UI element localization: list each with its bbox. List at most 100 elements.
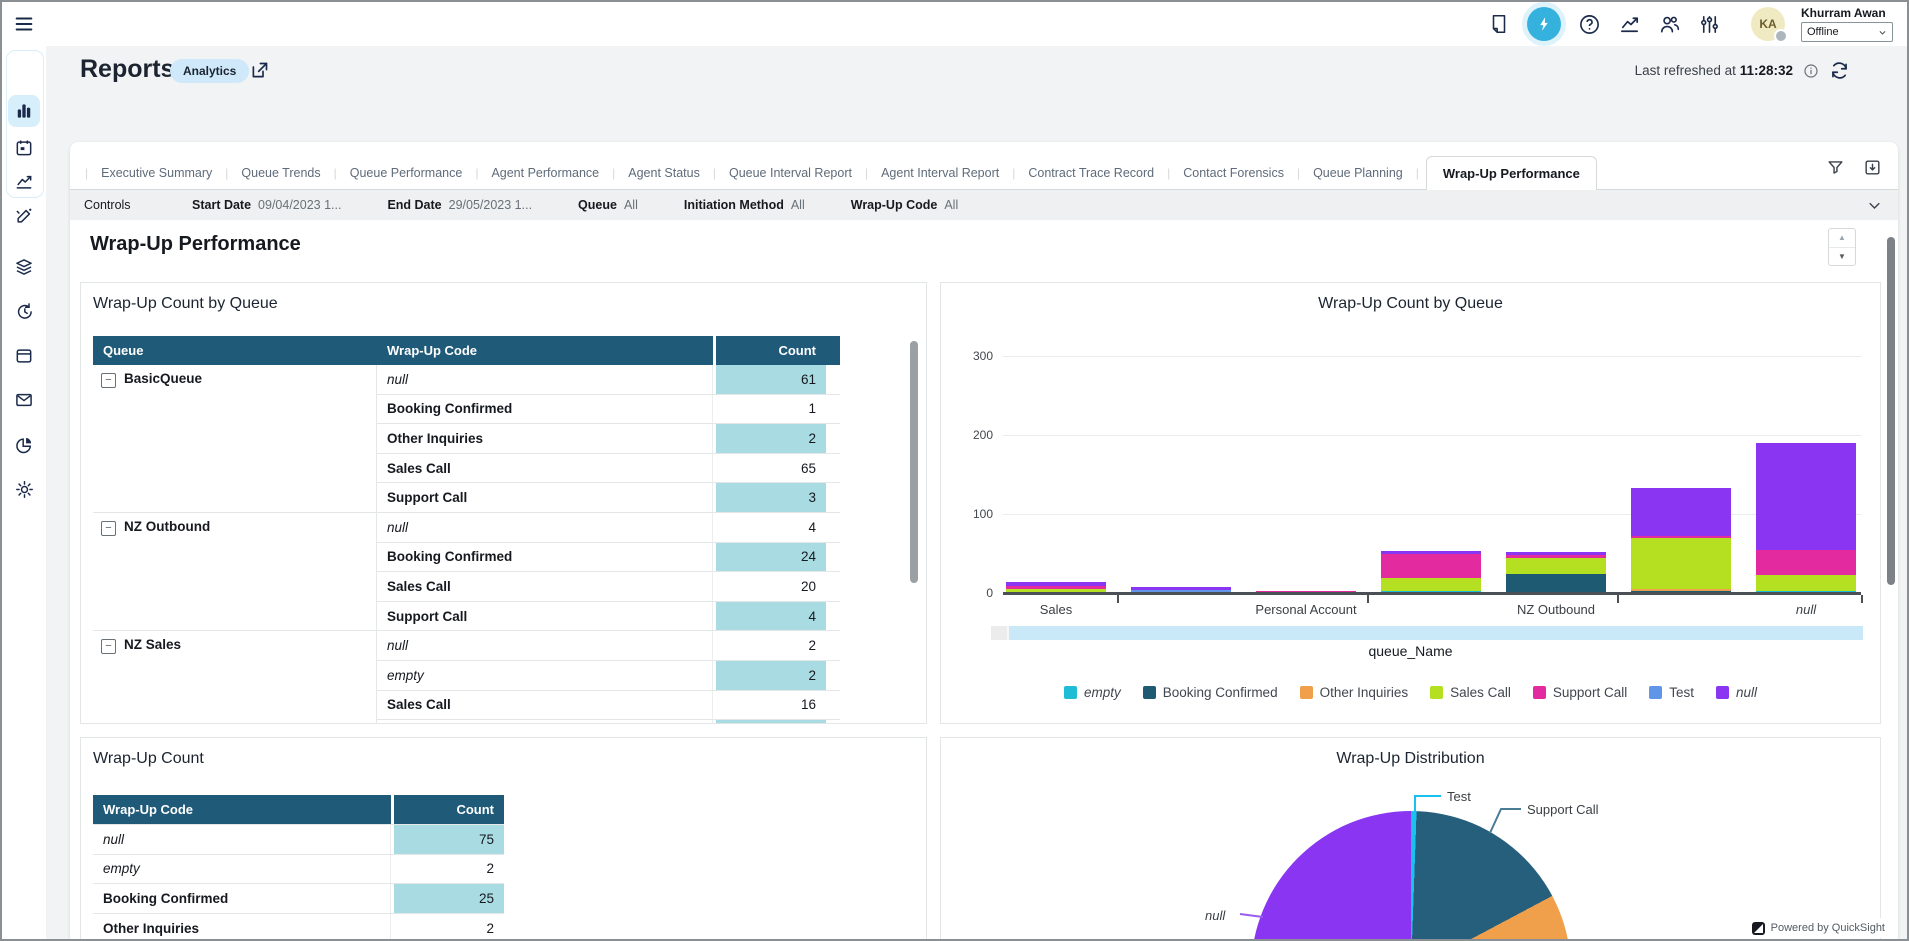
table-row[interactable]: Other Inquiries2 bbox=[377, 423, 840, 453]
tab-contract-trace-record[interactable]: Contract Trace Record bbox=[1022, 157, 1160, 189]
pie-label-support-call[interactable]: Support Call bbox=[1527, 802, 1599, 817]
dashboard-vertical-scrollbar[interactable] bbox=[1887, 237, 1895, 585]
legend-item-test[interactable]: Test bbox=[1649, 685, 1694, 700]
table-scrollbar[interactable] bbox=[910, 341, 918, 583]
filter-start-date[interactable]: Start Date09/04/2023 1... bbox=[192, 198, 341, 212]
spinner-down-icon[interactable]: ▼ bbox=[1829, 247, 1855, 266]
bar-segment-sales-call[interactable] bbox=[1631, 538, 1731, 589]
bar-segment-sales-call[interactable] bbox=[1506, 558, 1606, 574]
quick-actions-icon[interactable] bbox=[1527, 7, 1561, 41]
stacked-bar-nz-outbound[interactable] bbox=[1506, 552, 1606, 593]
table-row[interactable]: Booking Confirmed24 bbox=[377, 542, 840, 572]
stacked-bar-5[interactable] bbox=[1631, 488, 1731, 593]
tab-queue-performance[interactable]: Queue Performance bbox=[344, 157, 469, 189]
filter-icon[interactable] bbox=[1826, 158, 1845, 177]
avatar-initials: KA bbox=[1759, 17, 1776, 31]
quicksight-logo-icon bbox=[1752, 922, 1765, 935]
legend-item-sales-call[interactable]: Sales Call bbox=[1430, 685, 1511, 700]
info-icon[interactable] bbox=[1803, 63, 1819, 79]
table-row[interactable]: Sales Call16 bbox=[377, 690, 840, 720]
table-row[interactable]: Support Call bbox=[377, 719, 840, 724]
sidebar-item-pie-reports[interactable] bbox=[8, 429, 40, 461]
tab-agent-performance[interactable]: Agent Performance bbox=[485, 157, 605, 189]
sidebar-item-layers[interactable] bbox=[8, 251, 40, 283]
tab-queue-trends[interactable]: Queue Trends bbox=[235, 157, 326, 189]
pie-chart[interactable] bbox=[1251, 811, 1571, 939]
pie-label-test[interactable]: Test bbox=[1447, 789, 1471, 804]
table-row[interactable]: null4 bbox=[377, 513, 840, 542]
table-row[interactable]: null2 bbox=[377, 631, 840, 660]
metrics-trend-icon[interactable] bbox=[1617, 12, 1641, 36]
hamburger-menu-icon[interactable] bbox=[13, 13, 35, 35]
help-icon[interactable] bbox=[1577, 12, 1601, 36]
legend-item-other-inquiries[interactable]: Other Inquiries bbox=[1300, 685, 1409, 700]
sidebar-item-window[interactable] bbox=[8, 340, 40, 372]
table-row[interactable]: empty2 bbox=[93, 854, 504, 884]
table-row[interactable]: empty2 bbox=[377, 660, 840, 690]
filter-initiation-method[interactable]: Initiation MethodAll bbox=[684, 198, 805, 212]
tab-queue-planning[interactable]: Queue Planning bbox=[1307, 157, 1409, 189]
bar-segment-null[interactable] bbox=[1756, 443, 1856, 550]
table-row[interactable]: Booking Confirmed25 bbox=[93, 883, 504, 913]
external-link-icon[interactable] bbox=[249, 60, 270, 81]
window-icon bbox=[14, 346, 34, 366]
legend-item-booking-confirmed[interactable]: Booking Confirmed bbox=[1143, 685, 1278, 700]
mail-icon bbox=[14, 390, 34, 410]
tab-agent-interval-report[interactable]: Agent Interval Report bbox=[875, 157, 1005, 189]
export-icon[interactable] bbox=[1863, 158, 1882, 177]
notes-icon[interactable] bbox=[1487, 12, 1511, 36]
collapse-group-icon[interactable]: − bbox=[101, 373, 116, 388]
refresh-icon[interactable] bbox=[1829, 60, 1850, 81]
avatar[interactable]: KA bbox=[1751, 7, 1785, 41]
bar-chart-horizontal-scrollbar[interactable] bbox=[991, 626, 1863, 640]
controls-collapse-icon[interactable] bbox=[1867, 198, 1882, 213]
collapse-group-icon[interactable]: − bbox=[101, 521, 116, 536]
settings-sliders-icon[interactable] bbox=[1697, 12, 1721, 36]
bar-segment-sales-call[interactable] bbox=[1756, 575, 1856, 591]
filter-wrap-up-code[interactable]: Wrap-Up CodeAll bbox=[851, 198, 958, 212]
sidebar-item-settings[interactable] bbox=[8, 473, 40, 505]
bar-segment-support-call[interactable] bbox=[1756, 550, 1856, 575]
stacked-bar-null[interactable] bbox=[1756, 443, 1856, 593]
table-row[interactable]: null61 bbox=[377, 365, 840, 394]
legend-label: Booking Confirmed bbox=[1163, 685, 1278, 700]
bar-segment-support-call[interactable] bbox=[1381, 554, 1481, 578]
table-row[interactable]: Sales Call20 bbox=[377, 571, 840, 601]
agent-status-select[interactable]: Offline bbox=[1801, 22, 1893, 42]
table-row[interactable]: Booking Confirmed1 bbox=[377, 394, 840, 424]
sidebar-item-history[interactable] bbox=[8, 295, 40, 327]
table-row[interactable]: null75 bbox=[93, 824, 504, 854]
bar-segment-sales-call[interactable] bbox=[1381, 578, 1481, 591]
chart-title: Wrap-Up Count by Queue bbox=[941, 295, 1880, 313]
filter-end-date[interactable]: End Date29/05/2023 1... bbox=[387, 198, 532, 212]
tab-queue-interval-report[interactable]: Queue Interval Report bbox=[723, 157, 858, 189]
tab-contact-forensics[interactable]: Contact Forensics bbox=[1177, 157, 1290, 189]
legend-item-null[interactable]: null bbox=[1716, 685, 1757, 700]
tab-wrap-up-performance[interactable]: Wrap-Up Performance bbox=[1426, 156, 1597, 190]
table-row[interactable]: Other Inquiries2 bbox=[93, 913, 504, 939]
bar-segment-booking-confirmed[interactable] bbox=[1506, 574, 1606, 593]
spinner-up-icon[interactable]: ▲ bbox=[1829, 229, 1855, 247]
scroll-left-button[interactable] bbox=[991, 626, 1007, 640]
pie-label-null[interactable]: null bbox=[1205, 908, 1225, 923]
table-row[interactable]: Support Call3 bbox=[377, 482, 840, 512]
sidebar-item-metrics[interactable] bbox=[8, 95, 40, 127]
sidebar-item-historical-metrics[interactable] bbox=[8, 166, 40, 198]
agents-icon[interactable] bbox=[1657, 12, 1681, 36]
bar-chart-icon bbox=[14, 101, 34, 121]
filter-queue[interactable]: QueueAll bbox=[578, 198, 638, 212]
sidebar-item-calendar[interactable] bbox=[8, 132, 40, 164]
sidebar-item-contact-flows[interactable] bbox=[8, 200, 40, 232]
table-row[interactable]: Support Call4 bbox=[377, 601, 840, 631]
bar-segment-null[interactable] bbox=[1631, 488, 1731, 536]
legend-item-empty[interactable]: empty bbox=[1064, 685, 1121, 700]
tab-executive-summary[interactable]: Executive Summary bbox=[95, 157, 218, 189]
sidebar-item-mail[interactable] bbox=[8, 384, 40, 416]
table-row[interactable]: Sales Call65 bbox=[377, 453, 840, 483]
stacked-bar-3[interactable] bbox=[1381, 551, 1481, 593]
legend-item-support-call[interactable]: Support Call bbox=[1533, 685, 1627, 700]
tab-agent-status[interactable]: Agent Status bbox=[622, 157, 706, 189]
scroll-thumb[interactable] bbox=[1009, 626, 1863, 640]
panel-bar-chart: Wrap-Up Count by Queue 0100200300 SalesP… bbox=[940, 282, 1881, 724]
collapse-group-icon[interactable]: − bbox=[101, 639, 116, 654]
